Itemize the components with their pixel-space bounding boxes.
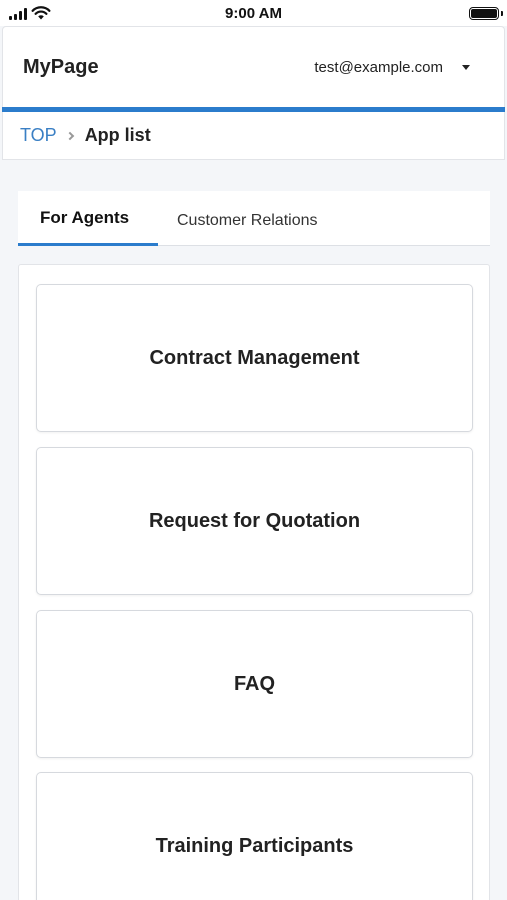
tab-for-agents[interactable]: For Agents: [18, 191, 158, 246]
app-header: MyPage test@example.com: [2, 26, 505, 112]
breadcrumb-link-top[interactable]: TOP: [20, 125, 57, 146]
tab-bar: For Agents Customer Relations: [18, 191, 490, 246]
user-menu[interactable]: test@example.com: [314, 59, 470, 76]
app-card-request-for-quotation[interactable]: Request for Quotation: [36, 447, 473, 595]
status-bar: 9:00 AM: [0, 0, 507, 26]
tab-customer-relations[interactable]: Customer Relations: [158, 191, 318, 246]
app-list-panel: Contract Management Request for Quotatio…: [18, 264, 490, 900]
user-email: test@example.com: [314, 59, 443, 76]
breadcrumb-current: App list: [84, 125, 151, 145]
chevron-right-icon: [65, 131, 74, 140]
battery-icon: [469, 7, 503, 20]
caret-down-icon: [462, 65, 470, 70]
app-title: MyPage: [23, 56, 99, 78]
breadcrumb: TOP App list: [2, 112, 505, 160]
app-card-contract-management[interactable]: Contract Management: [36, 284, 473, 432]
app-card-training-participants[interactable]: Training Participants: [36, 772, 473, 900]
status-time: 9:00 AM: [225, 5, 282, 22]
app-card-faq[interactable]: FAQ: [36, 610, 473, 758]
